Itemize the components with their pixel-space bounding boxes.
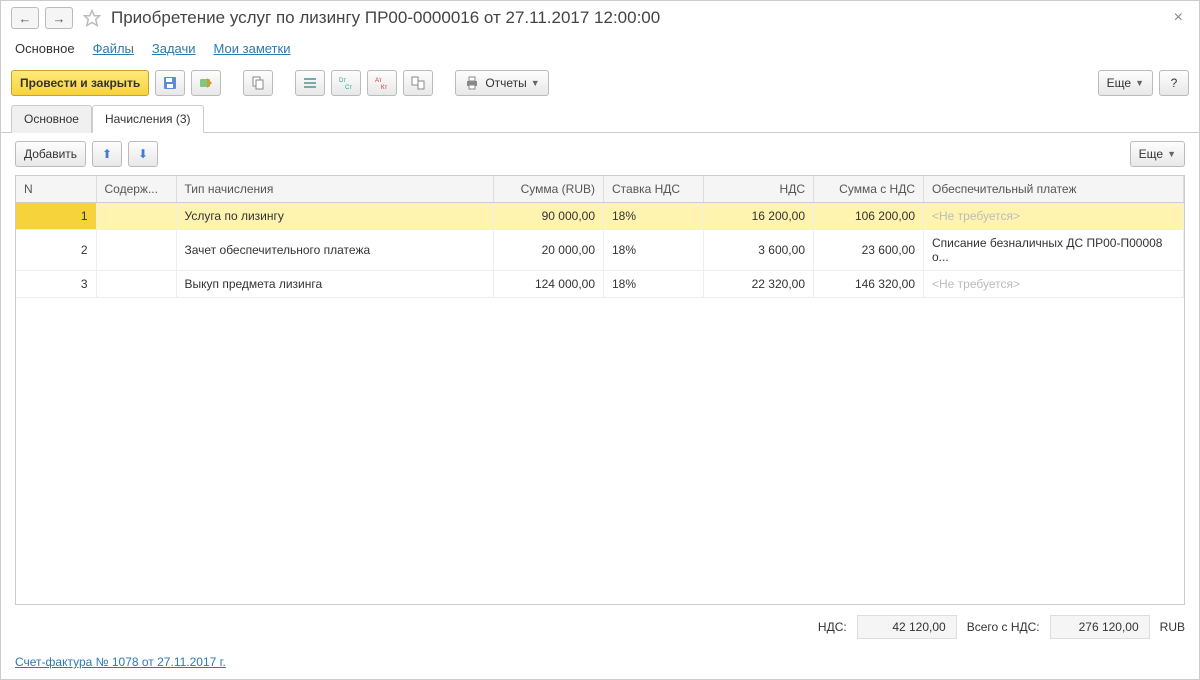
lines-icon xyxy=(302,75,318,91)
invoice-link[interactable]: Счет-фактура № 1078 от 27.11.2017 г. xyxy=(15,655,226,669)
cell-vat: 16 200,00 xyxy=(704,203,814,230)
nav-back-button[interactable]: ← xyxy=(11,7,39,29)
vat-label: НДС: xyxy=(818,620,847,634)
documents-icon xyxy=(250,75,266,91)
cell-content xyxy=(96,230,176,271)
table-row[interactable]: 2 Зачет обеспечительного платежа20 000,00… xyxy=(16,230,1184,271)
total-value: 276 120,00 xyxy=(1050,615,1150,639)
more-button-sub[interactable]: Еще▼ xyxy=(1130,141,1185,167)
move-down-button[interactable]: ⬇ xyxy=(128,141,158,167)
cell-vat-rate: 18% xyxy=(604,203,704,230)
cell-type: Услуга по лизингу xyxy=(176,203,494,230)
post-icon xyxy=(198,75,214,91)
svg-text:Dт: Dт xyxy=(339,78,346,84)
col-type[interactable]: Тип начисления xyxy=(176,176,494,203)
save-button[interactable] xyxy=(155,70,185,96)
col-deposit[interactable]: Обеспечительный платеж xyxy=(924,176,1184,203)
cell-vat: 3 600,00 xyxy=(704,230,814,271)
move-up-button[interactable]: ⬆ xyxy=(92,141,122,167)
dtct-red-button[interactable]: AтКт xyxy=(367,70,397,96)
cell-type: Выкуп предмета лизинга xyxy=(176,271,494,298)
cell-deposit: Списание безналичных ДС ПР00-П00008 о... xyxy=(924,230,1184,271)
col-content[interactable]: Содерж... xyxy=(96,176,176,203)
table-row[interactable]: 3 Выкуп предмета лизинга124 000,0018%22 3… xyxy=(16,271,1184,298)
total-label: Всего с НДС: xyxy=(967,620,1040,634)
cell-deposit: <Не требуется> xyxy=(924,271,1184,298)
col-n[interactable]: N xyxy=(16,176,96,203)
post-button[interactable] xyxy=(191,70,221,96)
cell-sum-vat: 106 200,00 xyxy=(814,203,924,230)
more-button-top[interactable]: Еще▼ xyxy=(1098,70,1153,96)
chevron-down-icon: ▼ xyxy=(1135,78,1144,88)
cell-sum: 124 000,00 xyxy=(494,271,604,298)
cell-n: 1 xyxy=(16,203,96,230)
col-sum-vat[interactable]: Сумма с НДС xyxy=(814,176,924,203)
link-tasks[interactable]: Задачи xyxy=(152,41,196,56)
cell-content xyxy=(96,203,176,230)
dtct-green-icon: DтCт xyxy=(338,75,354,91)
svg-text:Cт: Cт xyxy=(345,85,352,91)
link-notes[interactable]: Мои заметки xyxy=(214,41,291,56)
chevron-down-icon: ▼ xyxy=(531,78,540,88)
vat-value: 42 120,00 xyxy=(857,615,957,639)
accruals-table[interactable]: N Содерж... Тип начисления Сумма (RUB) С… xyxy=(15,175,1185,605)
dtct-red-icon: AтКт xyxy=(374,75,390,91)
detail-button[interactable] xyxy=(295,70,325,96)
col-sum[interactable]: Сумма (RUB) xyxy=(494,176,604,203)
printer-icon xyxy=(464,75,480,91)
svg-text:Кт: Кт xyxy=(381,85,387,91)
nav-forward-button[interactable]: → xyxy=(45,7,73,29)
help-button[interactable]: ? xyxy=(1159,70,1189,96)
cell-vat-rate: 18% xyxy=(604,271,704,298)
cell-content xyxy=(96,271,176,298)
link-docs-icon xyxy=(410,75,426,91)
post-and-close-button[interactable]: Провести и закрыть xyxy=(11,70,149,96)
chevron-down-icon: ▼ xyxy=(1167,149,1176,159)
link-bar: Основное Файлы Задачи Мои заметки xyxy=(1,35,1199,66)
floppy-icon xyxy=(162,75,178,91)
tab-accruals[interactable]: Начисления (3) xyxy=(92,105,204,133)
cell-n: 3 xyxy=(16,271,96,298)
cell-sum: 20 000,00 xyxy=(494,230,604,271)
cell-deposit: <Не требуется> xyxy=(924,203,1184,230)
cell-vat: 22 320,00 xyxy=(704,271,814,298)
copy-button[interactable] xyxy=(243,70,273,96)
window-title: Приобретение услуг по лизингу ПР00-00000… xyxy=(111,8,1162,28)
cell-sum-vat: 23 600,00 xyxy=(814,230,924,271)
tab-main[interactable]: Основное xyxy=(11,105,92,133)
col-vat-rate[interactable]: Ставка НДС xyxy=(604,176,704,203)
favorite-star-icon[interactable] xyxy=(83,9,101,27)
cell-n: 2 xyxy=(16,230,96,271)
table-row[interactable]: 1 Услуга по лизингу90 000,0018%16 200,001… xyxy=(16,203,1184,230)
col-vat[interactable]: НДС xyxy=(704,176,814,203)
close-icon[interactable]: × xyxy=(1168,9,1189,27)
dtct-green-button[interactable]: DтCт xyxy=(331,70,361,96)
link-files[interactable]: Файлы xyxy=(93,41,134,56)
cell-sum: 90 000,00 xyxy=(494,203,604,230)
cell-vat-rate: 18% xyxy=(604,230,704,271)
link-main[interactable]: Основное xyxy=(15,41,75,56)
svg-text:Aт: Aт xyxy=(375,78,382,84)
arrow-up-icon: ⬆ xyxy=(102,147,112,161)
currency-label: RUB xyxy=(1160,620,1185,634)
reports-button[interactable]: Отчеты▼ xyxy=(455,70,548,96)
cell-type: Зачет обеспечительного платежа xyxy=(176,230,494,271)
attach-button[interactable] xyxy=(403,70,433,96)
arrow-down-icon: ⬇ xyxy=(138,147,148,161)
cell-sum-vat: 146 320,00 xyxy=(814,271,924,298)
add-row-button[interactable]: Добавить xyxy=(15,141,86,167)
